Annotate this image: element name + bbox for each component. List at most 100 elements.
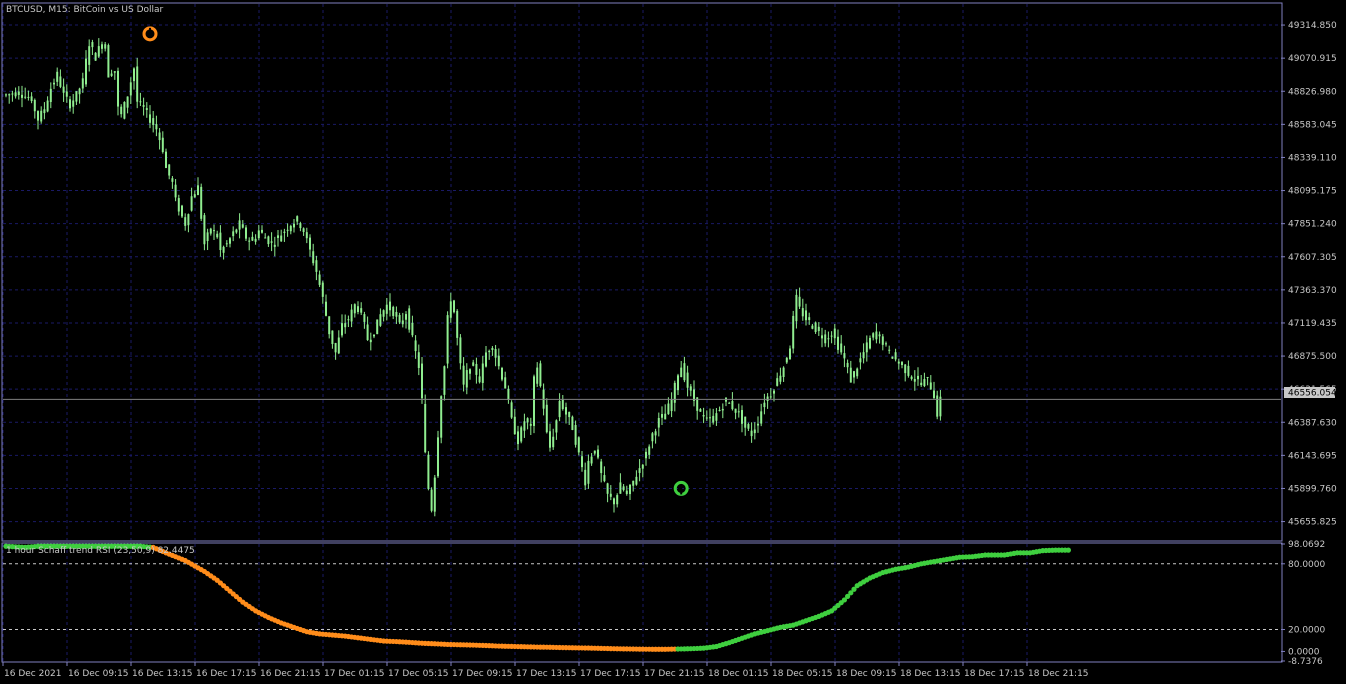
x-tick-label: 18 Dec 09:15 [836, 669, 897, 679]
candle-body [680, 367, 683, 378]
candle-body [5, 94, 7, 96]
candle-body [168, 164, 171, 176]
candle-body [72, 100, 75, 107]
candle-body [811, 325, 814, 329]
candle-body [600, 461, 603, 474]
candle-body [133, 68, 135, 82]
candle-body [302, 228, 305, 233]
candle-body [891, 356, 894, 359]
candle-body [753, 429, 756, 434]
candle-body [78, 88, 81, 95]
candle-body [475, 363, 478, 375]
candle-body [264, 237, 267, 239]
candle-body [350, 309, 353, 322]
candle-body [488, 350, 491, 353]
candle-body [101, 44, 103, 49]
candle-body [894, 352, 897, 360]
candle-body [849, 367, 852, 383]
candle-body [702, 414, 705, 417]
candle-body [331, 330, 334, 345]
candle-body [501, 367, 503, 380]
candle-body [75, 91, 78, 102]
candle-body [651, 433, 654, 442]
candle-body [561, 399, 564, 410]
trading-chart[interactable]: BTCUSD, M15: BitCoin vs US Dollar 49314.… [0, 0, 1346, 684]
y-tick-label: 46143.695 [1288, 451, 1337, 461]
candle-body [478, 376, 481, 383]
candle-body [568, 411, 571, 418]
candle-body [526, 418, 529, 423]
candle-body [318, 274, 321, 285]
candle-body [325, 301, 327, 316]
candle-body [613, 498, 615, 505]
candle-body [632, 480, 635, 486]
candle-body [853, 371, 855, 378]
candle-body [353, 304, 356, 314]
x-tick-label: 16 Dec 09:15 [68, 669, 129, 679]
candle-body [369, 339, 372, 343]
candle-body [545, 404, 548, 433]
candle-body [289, 225, 292, 232]
candle-body [584, 469, 587, 486]
candle-body [641, 464, 644, 469]
candle-body [766, 396, 769, 402]
candle-body [296, 216, 299, 222]
candle-body [792, 315, 795, 349]
candle-body [779, 375, 782, 382]
candle-body [417, 352, 420, 368]
x-tick-label: 16 Dec 17:15 [196, 669, 257, 679]
candle-body [366, 324, 369, 341]
candle-body [933, 390, 935, 399]
candle-body [593, 450, 596, 454]
candle-body [238, 220, 241, 230]
candle-body [437, 437, 439, 477]
candle-body [49, 88, 52, 102]
candle-body [629, 484, 631, 495]
candle-body [757, 423, 759, 426]
y-tick-label: 48339.110 [1288, 153, 1337, 163]
candle-body [174, 184, 177, 198]
candle-body [152, 118, 155, 125]
candle-body [88, 46, 91, 65]
candle-body [158, 132, 161, 141]
candle-body [65, 91, 68, 97]
candle-body [741, 410, 743, 424]
candle-body [213, 230, 215, 232]
candle-body [241, 224, 244, 228]
candle-body [520, 427, 523, 442]
candle-body [27, 96, 30, 98]
candle-body [619, 482, 622, 494]
candle-body [225, 243, 228, 245]
candle-body [181, 205, 183, 217]
candle-body [737, 411, 740, 413]
indicator-point [1065, 547, 1071, 553]
candle-body [539, 363, 542, 387]
candle-body [309, 237, 311, 250]
candle-body [750, 430, 753, 437]
candle-body [59, 76, 62, 87]
x-tick-label: 17 Dec 21:15 [644, 669, 705, 679]
candle-body [382, 310, 385, 317]
candle-body [91, 42, 94, 48]
candle-body [862, 352, 865, 359]
candle-body [81, 78, 84, 89]
candle-body [421, 363, 423, 399]
candle-body [837, 336, 839, 350]
candle-body [549, 431, 551, 448]
candle-body [459, 337, 462, 364]
candle-body [657, 417, 660, 428]
candle-body [705, 417, 708, 419]
candle-body [907, 365, 910, 376]
x-tick-label: 16 Dec 21:15 [260, 669, 321, 679]
candle-body [481, 363, 484, 383]
candle-body [507, 388, 510, 401]
candle-body [123, 101, 126, 119]
candle-body [721, 408, 724, 411]
x-tick-label: 17 Dec 05:15 [388, 669, 449, 679]
y-tick-label: 46387.630 [1288, 418, 1337, 428]
candle-body [558, 401, 561, 418]
candle-body [389, 301, 391, 311]
candle-body [552, 436, 555, 448]
candle-body [565, 407, 567, 415]
candle-body [821, 335, 823, 339]
